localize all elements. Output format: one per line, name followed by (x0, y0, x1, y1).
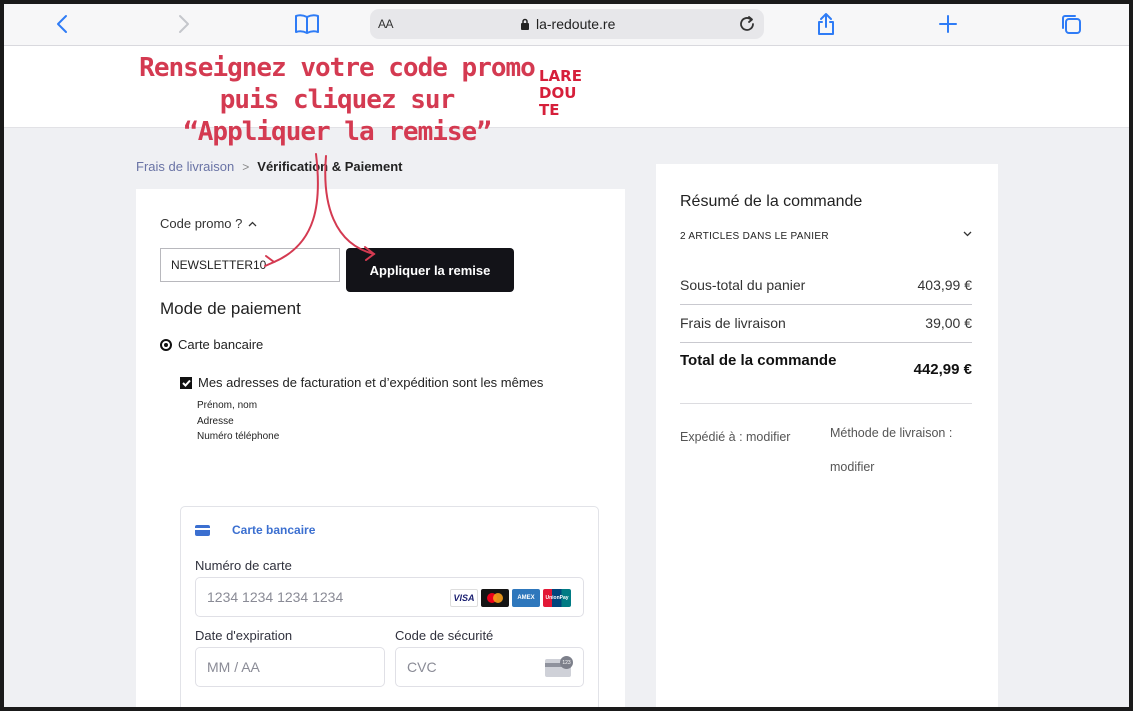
address-line-phone: Numéro téléphone (197, 431, 280, 442)
card-number-input[interactable]: 1234 1234 1234 1234 VISA AMEX UnionPay (195, 577, 584, 617)
cvc-card-icon: 123 (545, 656, 573, 677)
payment-option-label: Carte bancaire (178, 337, 264, 352)
cvc-placeholder: CVC (407, 659, 437, 675)
new-tab-icon[interactable] (934, 10, 962, 38)
visa-icon: VISA (450, 589, 478, 607)
order-summary-title: Résumé de la commande (680, 193, 863, 210)
promo-code-input[interactable] (160, 248, 340, 282)
cart-articles-count: 2 ARTICLES DANS LE PANIER (680, 231, 829, 242)
address-line-address: Adresse (197, 415, 234, 427)
breadcrumb: Frais de livraison > Vérification & Paie… (136, 159, 403, 174)
order-summary: Résumé de la commande 2 ARTICLES DANS LE… (656, 164, 998, 707)
back-icon[interactable] (48, 10, 76, 38)
expiry-label: Date d'expiration (195, 628, 293, 643)
tabs-icon[interactable] (1057, 10, 1085, 38)
address-bar[interactable]: AA la-redoute.re (370, 9, 764, 39)
breadcrumb-current: Vérification & Paiement (257, 159, 403, 174)
tab-card[interactable]: Carte bancaire (195, 523, 315, 537)
address-line-name: Prénom, nom (197, 400, 258, 411)
browser-toolbar: AA la-redoute.re (4, 4, 1129, 46)
lock-icon (521, 18, 529, 30)
promo-toggle-label: Code promo ? (160, 216, 243, 231)
annotation-text: Renseignez votre code promo puis cliquez… (132, 52, 542, 148)
annotation-line: Renseignez votre code promo (139, 53, 536, 83)
annotation-line: “Appliquer la remise” (183, 117, 492, 147)
logo-line: TE (539, 101, 560, 119)
chevron-down-icon (963, 231, 972, 237)
browser-window: AA la-redoute.re LARE DOU TE Renseignez … (0, 0, 1133, 711)
amex-icon: AMEX (512, 589, 540, 607)
payment-option-card[interactable]: Carte bancaire (160, 337, 263, 352)
shipping-row: Frais de livraison 39,00 € (680, 315, 972, 331)
expiry-placeholder: MM / AA (207, 659, 260, 675)
delivery-method-modify[interactable]: modifier (830, 450, 952, 484)
url-text: la-redoute.re (536, 16, 616, 32)
same-address-label: Mes adresses de facturation et d’expédit… (198, 375, 544, 390)
same-address-checkbox[interactable] (180, 376, 192, 389)
same-address-checkbox-row[interactable]: Mes adresses de facturation et d’expédit… (180, 375, 543, 390)
expiry-input[interactable]: MM / AA (195, 647, 385, 687)
check-icon (181, 379, 191, 387)
annotation-line: puis cliquez sur (219, 85, 455, 115)
card-number-placeholder: 1234 1234 1234 1234 (207, 589, 344, 605)
subtotal-value: 403,99 € (917, 277, 973, 293)
card-brands: VISA AMEX UnionPay (450, 589, 571, 607)
promo-toggle[interactable]: Code promo ? (160, 216, 257, 231)
checkout-panel: Code promo ? Appliquer la remise Mode de… (136, 189, 625, 707)
chevron-up-icon (248, 221, 257, 226)
shipping-value: 39,00 € (925, 315, 972, 331)
subtotal-row: Sous-total du panier 403,99 € (680, 277, 972, 293)
cvc-label: Code de sécurité (395, 628, 494, 643)
share-icon[interactable] (812, 10, 840, 38)
bookmarks-icon[interactable] (293, 10, 321, 38)
tab-card-label: Carte bancaire (232, 523, 316, 537)
reload-icon[interactable] (736, 13, 758, 35)
delivery-method[interactable]: Méthode de livraison : modifier (830, 416, 952, 484)
logo-line: LARE (539, 67, 582, 85)
site-logo[interactable]: LARE DOU TE (539, 68, 595, 120)
delivery-method-label: Méthode de livraison : (830, 426, 953, 440)
credit-card-icon (195, 524, 210, 536)
url-display[interactable]: la-redoute.re (520, 16, 615, 32)
cart-articles-toggle[interactable]: 2 ARTICLES DANS LE PANIER (680, 231, 972, 242)
total-value: 442,99 € (913, 361, 972, 378)
divider (680, 342, 972, 343)
mastercard-icon (481, 589, 509, 607)
card-number-label: Numéro de carte (195, 558, 292, 573)
logo-line: DOU (539, 84, 577, 102)
cvc-input[interactable]: CVC 123 (395, 647, 584, 687)
apply-discount-button[interactable]: Appliquer la remise (346, 248, 514, 292)
payment-mode-title: Mode de paiement (160, 299, 301, 318)
shipped-to-link[interactable]: Expédié à : modifier (680, 430, 790, 444)
text-size-button[interactable]: AA (378, 17, 394, 31)
forward-icon[interactable] (170, 10, 198, 38)
address-summary: Prénom, nom Adresse Numéro téléphone (197, 398, 279, 445)
divider (680, 304, 972, 305)
radio-selected[interactable] (160, 338, 172, 351)
shipping-label: Frais de livraison (680, 315, 786, 331)
unionpay-icon: UnionPay (543, 589, 571, 607)
total-label: Total de la commande (680, 352, 837, 369)
card-payment-form: Carte bancaire Numéro de carte 1234 1234… (180, 506, 599, 707)
subtotal-label: Sous-total du panier (680, 277, 806, 293)
breadcrumb-separator: > (242, 159, 250, 174)
breadcrumb-link-shipping[interactable]: Frais de livraison (136, 159, 234, 174)
divider (680, 403, 972, 404)
